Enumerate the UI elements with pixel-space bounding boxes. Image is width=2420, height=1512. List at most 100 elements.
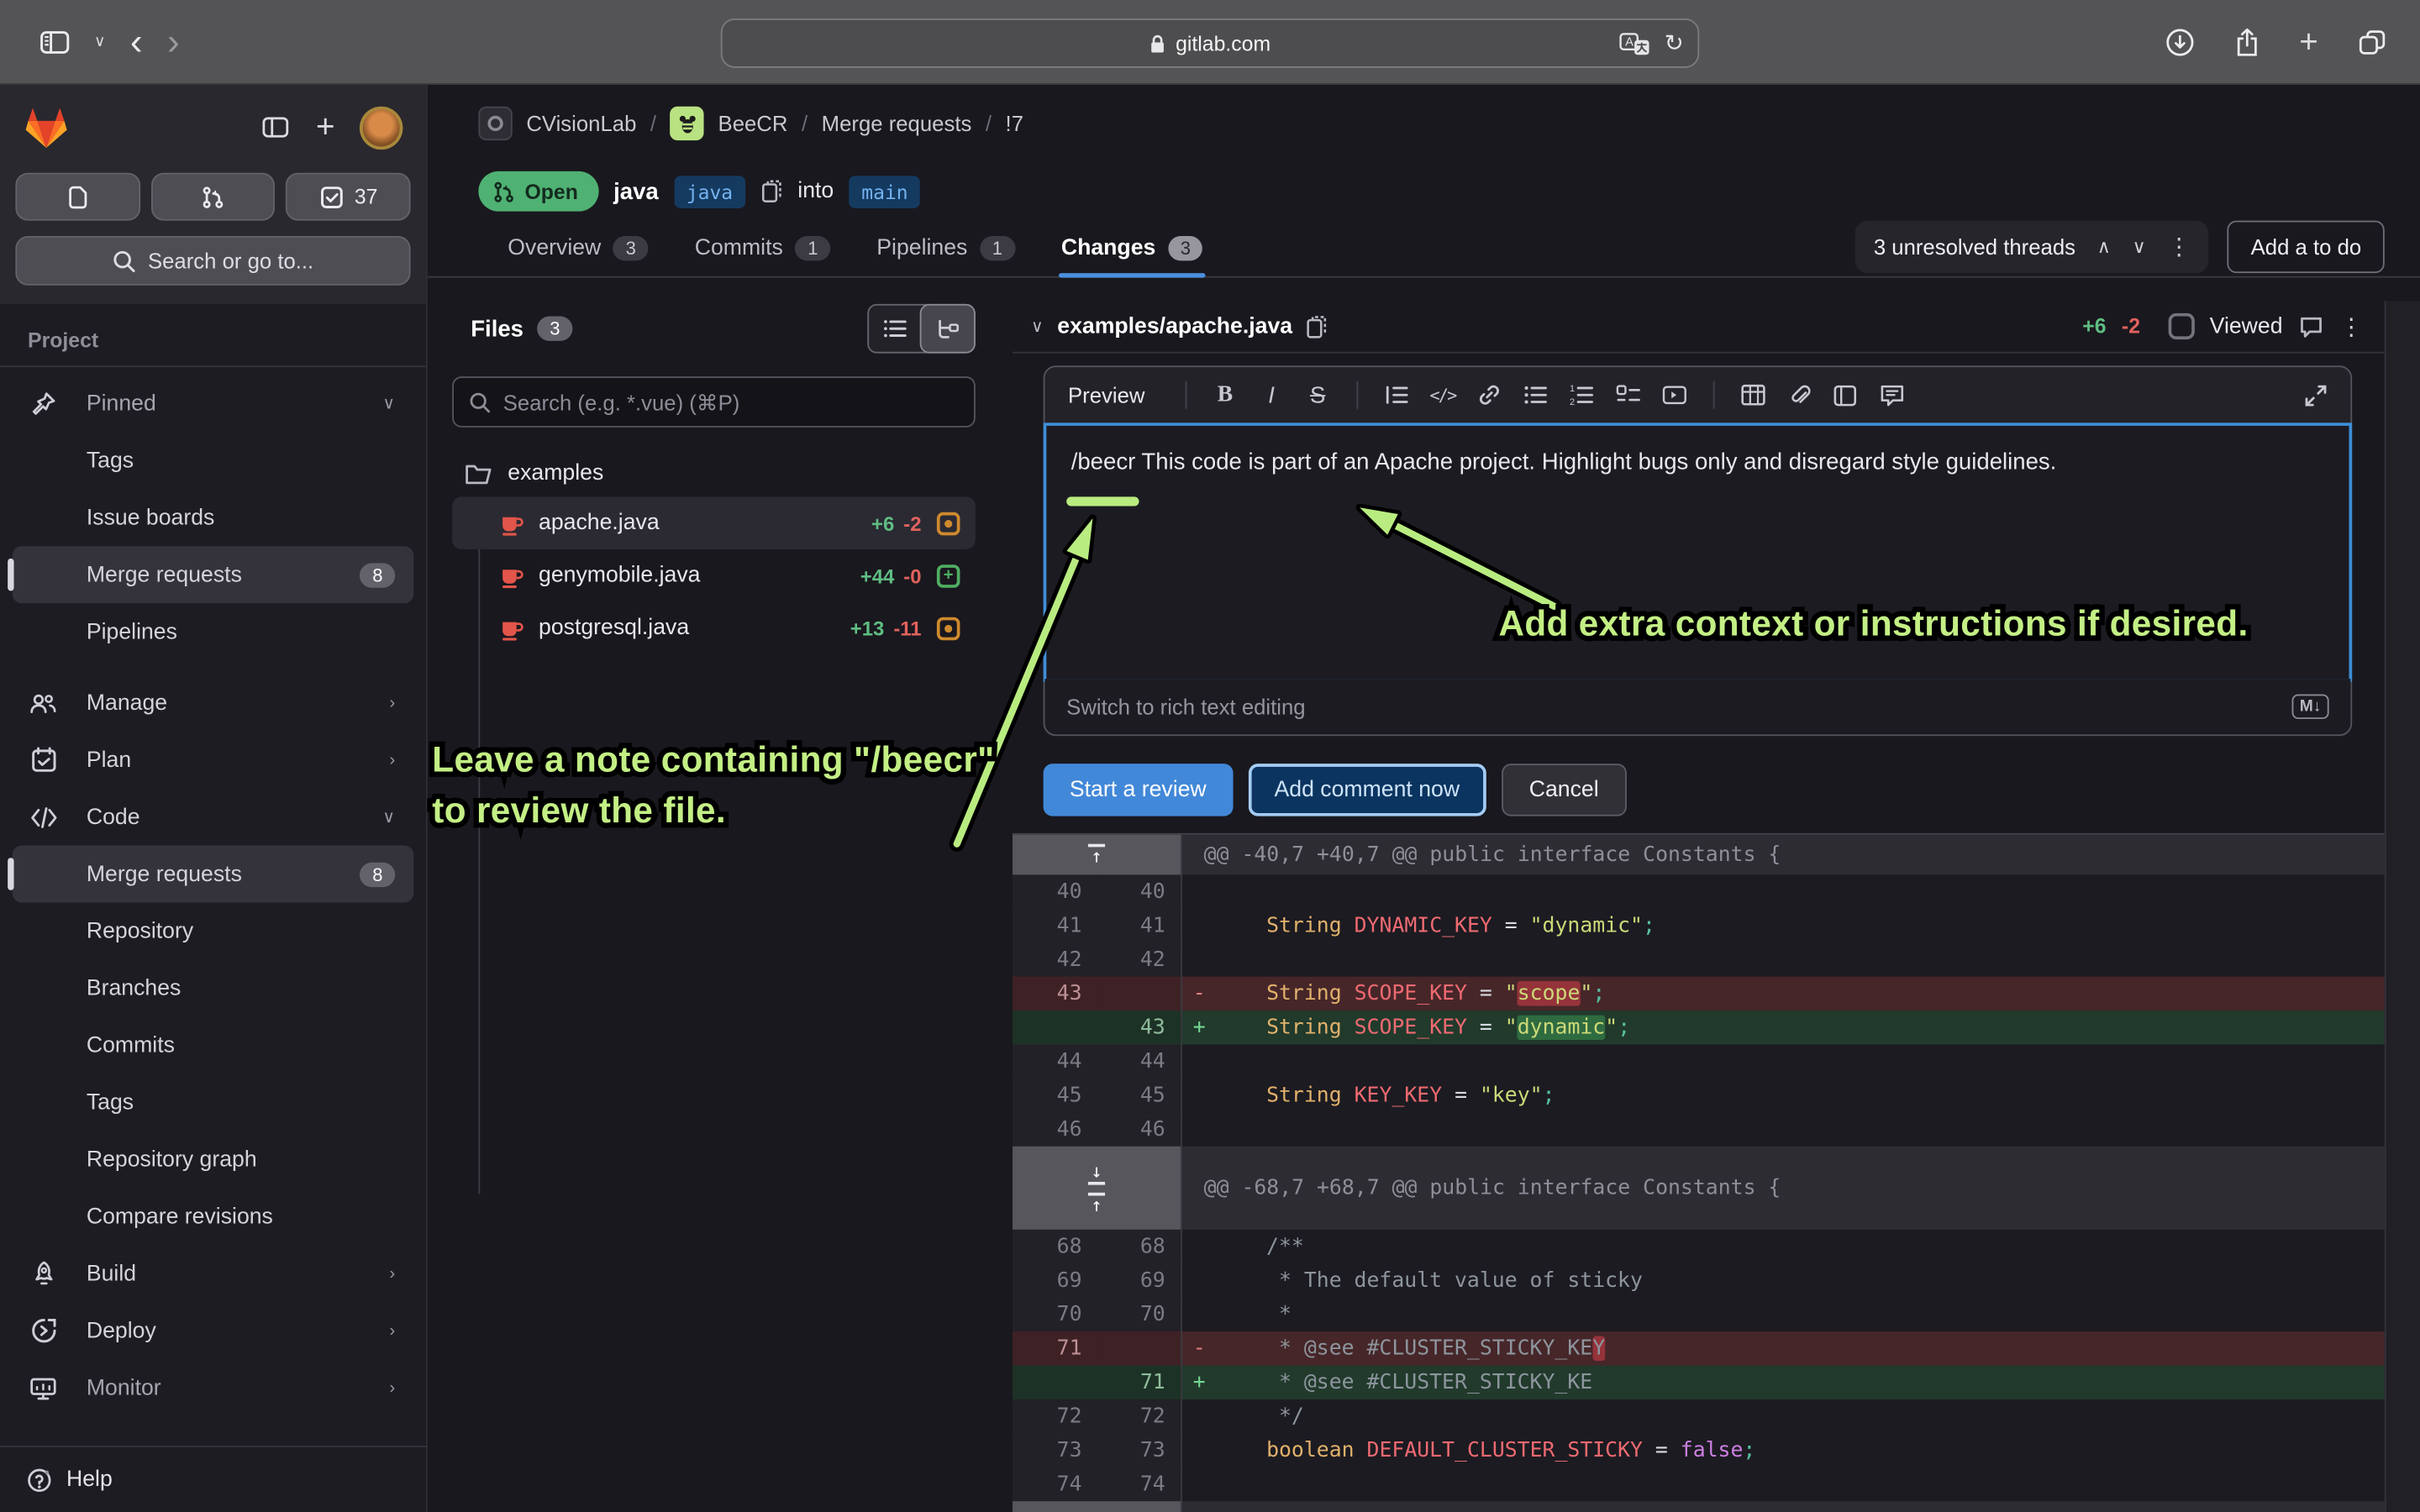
diff-row[interactable]: 6969 * The default value of sticky [1013,1263,2385,1297]
file-row-postgresql-java[interactable]: postgresql.java+13-11 [452,601,976,654]
folder-row-examples[interactable]: examples [452,450,976,496]
sidebar-item-repository-graph[interactable]: Repository graph [13,1131,414,1188]
merge-requests-shortcut-button[interactable] [150,173,275,221]
target-branch-badge[interactable]: main [850,175,921,207]
sidebar-item-pipelines[interactable]: Pipelines [13,603,414,660]
source-branch-badge[interactable]: java [674,175,745,207]
issues-shortcut-button[interactable] [15,173,139,221]
link-button[interactable] [1466,383,1512,407]
file-row-genymobile-java[interactable]: genymobile.java+44-0+ [452,549,976,601]
comment-bubble-icon[interactable] [2298,314,2324,339]
diff-row[interactable]: 43+ String SCOPE_KEY = "dynamic"; [1013,1011,2385,1044]
diff-row[interactable]: 6868 /** [1013,1230,2385,1263]
sidebar-item-tags[interactable]: Tags [13,432,414,489]
breadcrumb-project[interactable]: BeeCR [718,111,788,135]
bullet-list-button[interactable] [1512,384,1559,406]
threads-menu-kebab-icon[interactable]: ⋮ [2167,233,2191,260]
expand-up-button[interactable]: ↑ [1088,843,1106,867]
tab-changes[interactable]: Changes3 [1061,221,1203,276]
diff-row[interactable]: 4242 [1013,942,2385,976]
cancel-button[interactable]: Cancel [1502,764,1627,816]
quote-button[interactable] [1373,384,1419,406]
add-todo-button[interactable]: Add a to do [2228,221,2385,273]
add-comment-now-button[interactable]: Add comment now [1248,764,1486,816]
previous-thread-button[interactable]: ∧ [2097,236,2111,258]
italic-button[interactable]: I [1249,382,1295,408]
preview-tab[interactable]: Preview [1068,383,1144,407]
breadcrumb-mr-ref[interactable]: !7 [1006,111,1023,135]
sidebar-item-manage[interactable]: Manage› [13,675,414,732]
translate-icon[interactable]: A [1620,32,1651,55]
task-list-button[interactable] [1605,384,1651,406]
sidebar-item-code[interactable]: Code∨ [13,789,414,846]
collapsible-section-button[interactable] [1651,384,1697,406]
sidebar-item-commits[interactable]: Commits [13,1016,414,1074]
strikethrough-button[interactable]: S [1295,382,1341,408]
tree-view-button[interactable] [922,306,974,352]
todos-shortcut-button[interactable]: 37 [286,173,410,221]
next-thread-button[interactable]: ∨ [2133,236,2146,258]
diff-row[interactable]: 71+ * @see #CLUSTER_STICKY_KE [1013,1366,2385,1399]
create-new-icon[interactable]: + [316,111,335,144]
share-icon[interactable] [2234,28,2259,57]
file-search-field[interactable] [452,376,976,428]
diff-row[interactable]: 4040 [1013,874,2385,908]
collapse-file-chevron-icon[interactable]: ∨ [1031,317,1044,337]
bold-button[interactable]: B [1202,382,1248,408]
reload-icon[interactable]: ↻ [1665,29,1684,57]
expand-up-button[interactable]: ↑ [1088,1192,1106,1215]
details-block-button[interactable] [1823,383,1869,407]
code-button[interactable]: </> [1419,385,1465,405]
user-avatar[interactable] [360,106,402,149]
sidebar-item-branches[interactable]: Branches [13,959,414,1016]
sidebar-item-issue-boards[interactable]: Issue boards [13,489,414,546]
sidebar-item-merge-requests[interactable]: Merge requests8 [13,546,414,603]
diff-row[interactable]: 7272 */ [1013,1399,2385,1433]
diff-row[interactable]: 4646 [1013,1112,2385,1146]
new-tab-icon[interactable]: + [2299,26,2318,59]
scroll-rail[interactable] [2385,301,2420,1512]
numbered-list-button[interactable]: 12 [1559,384,1605,406]
breadcrumb-section[interactable]: Merge requests [822,111,972,135]
list-view-button[interactable] [869,306,921,352]
diff-row[interactable]: 43- String SCOPE_KEY = "scope"; [1013,977,2385,1011]
file-options-kebab-icon[interactable]: ⋮ [2339,312,2363,340]
rich-text-toggle[interactable]: Switch to rich text editing [1066,695,1305,719]
collapse-sidebar-icon[interactable] [262,116,288,139]
sidebar-item-pinned[interactable]: Pinned∨ [13,375,414,432]
back-button[interactable]: ‹ [130,24,143,60]
tab-commits[interactable]: Commits1 [695,221,830,276]
search-or-go-to[interactable]: Search or go to... [15,236,410,286]
sidebar-item-merge-requests[interactable]: Merge requests8 [13,846,414,903]
attach-file-button[interactable] [1776,383,1823,407]
comment-template-button[interactable] [1869,383,1915,407]
forward-button[interactable]: › [167,24,180,60]
chevron-down-icon[interactable]: ∨ [94,34,105,50]
sidebar-item-deploy[interactable]: Deploy› [13,1302,414,1359]
start-review-button[interactable]: Start a review [1044,764,1233,816]
address-bar[interactable]: gitlab.com A ↻ [721,18,1699,68]
expand-down-button[interactable]: ↓ [1088,1161,1106,1184]
diff-row[interactable]: 4444 [1013,1044,2385,1078]
copy-branch-icon[interactable] [760,179,782,203]
table-button[interactable] [1730,384,1776,406]
sidebar-panel-icon[interactable] [40,31,70,55]
sidebar-item-help[interactable]: Help [0,1446,426,1512]
diff-row[interactable]: 7373 boolean DEFAULT_CLUSTER_STICKY = fa… [1013,1433,2385,1467]
sidebar-item-tags[interactable]: Tags [13,1074,414,1131]
breadcrumb-group[interactable]: CVisionLab [526,111,636,135]
copy-path-icon[interactable] [1307,314,1328,339]
diff-file-path[interactable]: examples/apache.java [1057,314,1292,339]
file-row-apache-java[interactable]: apache.java+6-2 [452,496,976,549]
tab-pipelines[interactable]: Pipelines1 [876,221,1014,276]
diff-row[interactable]: 4141 String DYNAMIC_KEY = "dynamic"; [1013,909,2385,942]
fullscreen-button[interactable] [2304,383,2328,407]
diff-row[interactable]: 7070 * [1013,1298,2385,1331]
sidebar-item-monitor[interactable]: Monitor› [13,1359,414,1416]
diff-row[interactable]: 71- * @see #CLUSTER_STICKY_KEY [1013,1331,2385,1365]
gitlab-logo[interactable] [24,105,70,150]
tab-overview-icon[interactable] [2359,29,2386,55]
diff-row[interactable]: 7474 [1013,1467,2385,1501]
downloads-icon[interactable] [2165,28,2194,57]
viewed-checkbox[interactable] [2168,313,2194,339]
